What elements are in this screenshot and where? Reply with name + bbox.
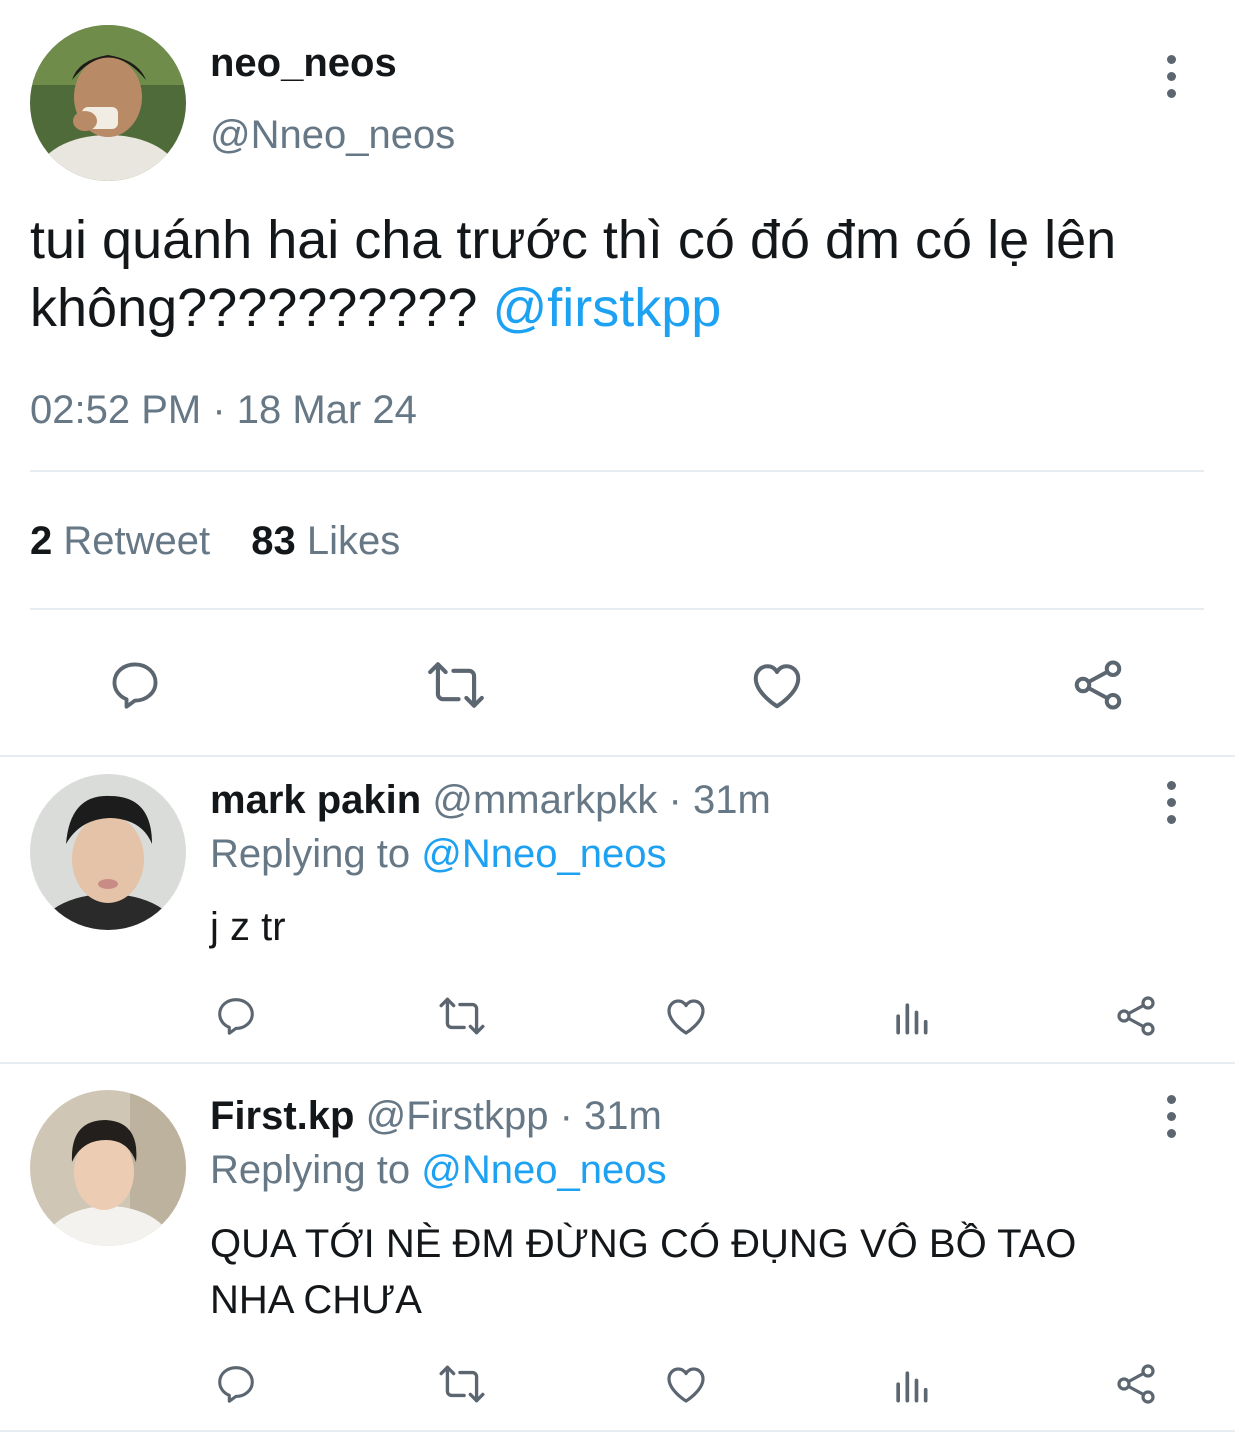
reply-retweet-button[interactable]: [436, 990, 488, 1042]
avatar-neo-neos[interactable]: [30, 25, 186, 181]
retweet-label: Retweet: [63, 519, 211, 563]
main-like-button[interactable]: [742, 650, 812, 720]
replying-to-handle[interactable]: @Nneo_neos: [421, 832, 666, 876]
main-retweet-button[interactable]: [421, 650, 491, 720]
more-vertical-icon: [1166, 797, 1176, 807]
share-icon: [1074, 660, 1122, 710]
likes-label: Likes: [306, 519, 401, 563]
reply-icon: [218, 1366, 254, 1403]
reply-header: mark pakin @mmarkpkk · 31m: [210, 777, 771, 823]
divider: [30, 608, 1204, 610]
reply-analytics-button[interactable]: [885, 1360, 937, 1412]
reply-like-button[interactable]: [660, 1358, 712, 1410]
reply-text-line: NHA CHƯA: [210, 1278, 422, 1322]
retweet-icon: [439, 1365, 485, 1403]
retweet-stat[interactable]: 2 Retweet: [30, 519, 221, 563]
reply-header: First.kp @Firstkpp · 31m: [210, 1093, 662, 1139]
reply-analytics-button[interactable]: [885, 992, 937, 1044]
divider: [30, 470, 1204, 472]
reply-handle[interactable]: @mmarkpkk: [432, 778, 657, 822]
more-vertical-icon: [1166, 54, 1176, 64]
reply-icon: [112, 662, 158, 709]
analytics-icon: [896, 1371, 928, 1403]
replying-to-label: Replying to: [210, 1148, 411, 1192]
reply-time[interactable]: 31m: [693, 778, 771, 822]
retweet-icon: [439, 997, 485, 1035]
retweet-count: 2: [30, 519, 53, 563]
analytics-icon: [896, 1003, 928, 1035]
section-divider: [0, 755, 1235, 757]
reply-time[interactable]: 31m: [584, 1094, 662, 1138]
reply-share-button[interactable]: [1110, 1358, 1162, 1410]
replying-to: Replying to @Nneo_neos: [210, 831, 666, 877]
more-vertical-icon: [1166, 1111, 1176, 1121]
reply-text: QUA TỚI NÈ ĐM ĐỪNG CÓ ĐỤNG VÔ BỒ TAO NHA…: [210, 1216, 1210, 1328]
heart-icon: [667, 999, 705, 1035]
avatar-mark-pakin[interactable]: [30, 774, 186, 930]
reply-separator: ·: [668, 778, 682, 822]
likes-count: 83: [251, 519, 296, 563]
more-vertical-icon: [1166, 88, 1176, 98]
reply-handle[interactable]: @Firstkpp: [366, 1094, 549, 1138]
tweet-mention-link[interactable]: @firstkpp: [492, 278, 721, 338]
reply-retweet-button[interactable]: [436, 1358, 488, 1410]
share-icon: [1117, 1364, 1155, 1404]
reply-separator: ·: [559, 1094, 573, 1138]
share-icon: [1117, 996, 1155, 1036]
main-handle[interactable]: @Nneo_neos: [210, 112, 455, 158]
reply-share-button[interactable]: [1110, 990, 1162, 1042]
more-vertical-icon: [1166, 71, 1176, 81]
replying-to-handle[interactable]: @Nneo_neos: [421, 1148, 666, 1192]
reply-like-button[interactable]: [660, 990, 712, 1042]
main-tweet-text: tui quánh hai cha trước thì có đó đm có …: [30, 206, 1225, 342]
section-divider: [0, 1062, 1235, 1064]
main-display-name[interactable]: neo_neos: [210, 40, 397, 86]
reply-display-name[interactable]: mark pakin: [210, 778, 421, 822]
reply-display-name[interactable]: First.kp: [210, 1094, 354, 1138]
heart-icon: [667, 1367, 705, 1403]
avatar-first-kp[interactable]: [30, 1090, 186, 1246]
reply-reply-button[interactable]: [210, 990, 262, 1042]
tweet-stats: 2 Retweet 83 Likes: [30, 518, 400, 564]
reply-text-line: QUA TỚI NÈ ĐM ĐỪNG CÓ ĐỤNG VÔ BỒ TAO: [210, 1222, 1077, 1266]
main-reply-button[interactable]: [100, 650, 170, 720]
reply-reply-button[interactable]: [210, 1358, 262, 1410]
reply-more-button[interactable]: [1151, 774, 1191, 830]
more-vertical-icon: [1166, 814, 1176, 824]
reply-icon: [218, 998, 254, 1035]
main-share-button[interactable]: [1063, 650, 1133, 720]
replying-to-label: Replying to: [210, 832, 411, 876]
replying-to: Replying to @Nneo_neos: [210, 1147, 666, 1193]
retweet-icon: [428, 662, 484, 708]
more-vertical-icon: [1166, 1094, 1176, 1104]
section-divider: [0, 1430, 1235, 1432]
likes-stat[interactable]: 83 Likes: [251, 519, 400, 563]
main-timestamp[interactable]: 02:52 PM · 18 Mar 24: [30, 387, 417, 433]
main-more-button[interactable]: [1151, 48, 1191, 104]
heart-icon: [753, 664, 801, 709]
more-vertical-icon: [1166, 1128, 1176, 1138]
more-vertical-icon: [1166, 780, 1176, 790]
reply-more-button[interactable]: [1151, 1088, 1191, 1144]
reply-text: j z tr: [210, 905, 286, 949]
